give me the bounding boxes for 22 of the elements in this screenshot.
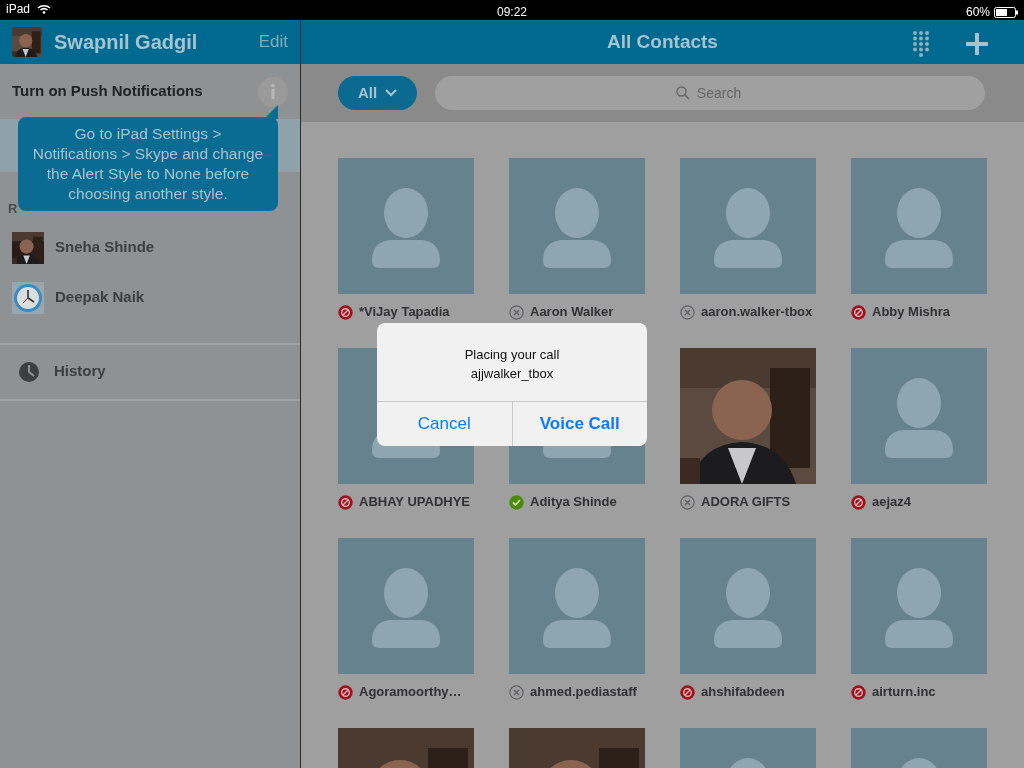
dialog-message: ajjwalker_tbox — [469, 365, 555, 383]
contact-name: ahmed.pediastaff — [530, 683, 637, 702]
contact-name: *ViJay Tapadia — [359, 303, 450, 322]
contact-name: airturn.inc — [872, 683, 936, 702]
contact-name: ahshifabdeen — [701, 683, 785, 702]
battery-percent: 60% — [965, 4, 990, 21]
clock-time: 09:22 — [497, 5, 527, 19]
notification-tooltip: Go to iPad Settings > Notifications > Skype and change the Alert Style to None before choosing another style. — [18, 117, 278, 211]
section-label: R — [8, 200, 18, 218]
contact-name: Abby Mishra — [872, 303, 950, 322]
contact-name: Aditya Shinde — [530, 493, 617, 512]
contact-name: Agoramoorthy… — [359, 683, 462, 702]
profile-name: Swapnil Gadgil — [54, 30, 199, 55]
contact-name: aejaz4 — [872, 493, 912, 512]
page-title: All Contacts — [607, 29, 718, 54]
contact-name: aaron.walker-tbox — [701, 303, 813, 322]
dialog-title: Placing your call — [463, 346, 561, 364]
contact-name: ADORA GIFTS — [701, 493, 791, 512]
contact-name: ABHAY UPADHYE — [359, 493, 470, 512]
contact-name: Aaron Walker — [530, 303, 614, 322]
device-name: iPad — [6, 2, 31, 16]
notification-title: Turn on Push Notifications — [12, 81, 204, 102]
